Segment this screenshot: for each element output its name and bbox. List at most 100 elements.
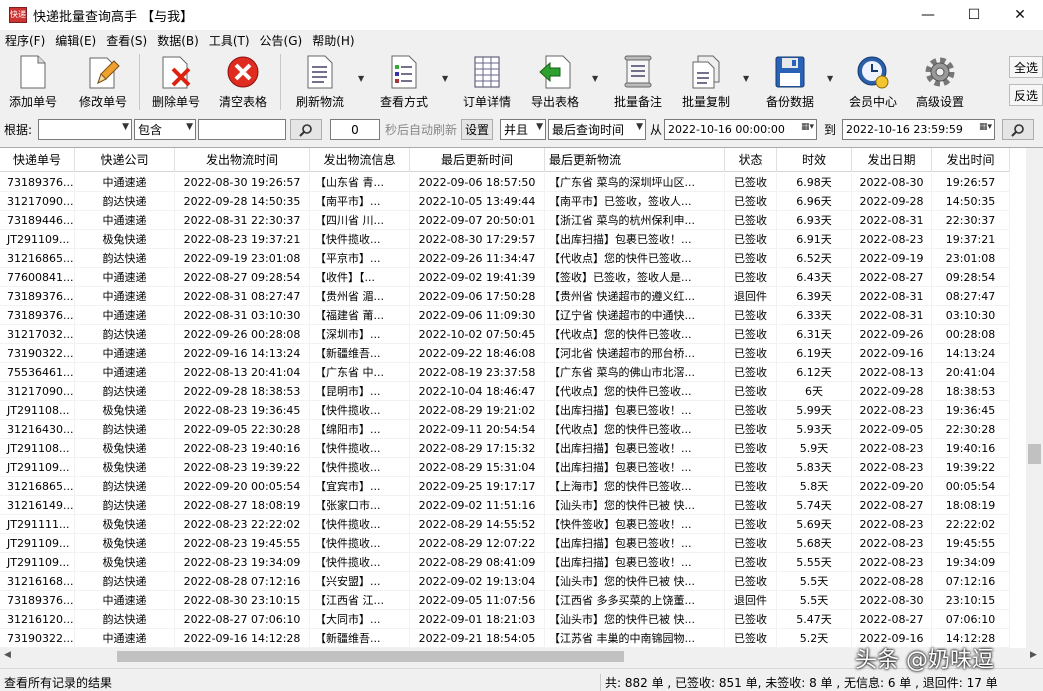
basis-select[interactable]: ▼ [38,119,132,140]
scroll-right-icon[interactable]: ▶ [1030,650,1037,660]
column-header-status[interactable]: 状态 [725,148,777,172]
close-button[interactable]: ✕ [997,0,1043,30]
maximize-button[interactable]: ☐ [951,0,997,30]
refresh-dropdown-arrow-icon[interactable]: ▼ [358,74,364,83]
menu-data[interactable]: 数据(B) [152,32,204,49]
results-table[interactable]: 快递单号 快递公司 发出物流时间 发出物流信息 最后更新时间 最后更新物流 状态… [0,147,1043,648]
batch-copy-dropdown-arrow-icon[interactable]: ▼ [743,74,749,83]
table-row[interactable]: JT291109... 极兔快递 2022-08-23 19:39:22 【快件揽收.… [0,458,1010,477]
column-header-ship-date[interactable]: 发出日期 [852,148,932,172]
settings-button[interactable]: 设置 [461,119,493,140]
table-row[interactable]: 31216120... 韵达快递 2022-08-27 07:06:10 【大同市】.… [0,610,1010,629]
cell-ship-info: 【快件揽收... [310,534,410,553]
column-header-tracking-number[interactable]: 快递单号 [0,148,75,172]
cell-status: 已签收 [725,192,777,211]
menu-view[interactable]: 查看(S) [101,32,152,49]
select-all-button[interactable]: 全选 [1009,56,1043,78]
table-row[interactable]: 31216168... 韵达快递 2022-08-28 07:12:16 【兴安盟】.… [0,572,1010,591]
contains-select[interactable]: 包含 ▼ [134,119,196,140]
column-header-last-update-time[interactable]: 最后更新时间 [410,148,545,172]
table-row[interactable]: 31216430... 韵达快递 2022-09-05 22:30:28 【绵阳市】.… [0,420,1010,439]
table-row[interactable]: 73189376... 中通速递 2022-08-30 23:10:15 【江西省 江… [0,591,1010,610]
menu-announcement[interactable]: 公告(G) [255,32,308,49]
minimize-button[interactable]: — [905,0,951,30]
refresh-logistics-button[interactable]: 刷新物流 [292,54,348,110]
advanced-settings-button[interactable]: 高级设置 [912,54,968,110]
table-row[interactable]: 31217032... 韵达快递 2022-09-26 00:28:08 【深圳市】.… [0,325,1010,344]
backup-dropdown-arrow-icon[interactable]: ▼ [827,74,833,83]
batch-copy-button[interactable]: 批量复制 [678,54,734,110]
view-mode-button[interactable]: 查看方式 [376,54,432,110]
logic-select[interactable]: 并且 ▼ [500,119,546,140]
cell-ship-date: 2022-09-16 [852,344,932,363]
export-table-button[interactable]: 导出表格 [527,54,583,110]
cell-status: 已签收 [725,610,777,629]
cell-ship-date: 2022-08-30 [852,173,932,192]
keyword-input[interactable] [198,119,286,140]
table-row[interactable]: 73189446... 中通速递 2022-08-31 22:30:37 【四川省 川… [0,211,1010,230]
time-field-select[interactable]: 最后查询时间 ▼ [548,119,646,140]
table-row[interactable]: 73189376... 中通速递 2022-08-30 19:26:57 【山东省 青… [0,173,1010,192]
column-header-ship-clock[interactable]: 发出时间 [932,148,1010,172]
cell-duration: 6.39天 [777,287,852,306]
table-row[interactable]: 31217090... 韵达快递 2022-09-28 18:38:53 【昆明市】.… [0,382,1010,401]
invert-selection-button[interactable]: 反选 [1009,84,1043,106]
vertical-scrollbar-thumb[interactable] [1028,444,1041,464]
cell-ship-date: 2022-08-31 [852,211,932,230]
cell-last-update-info: 【代收点】您的快件已签收... [545,382,725,401]
column-header-last-update-info[interactable]: 最后更新物流 [545,148,725,172]
table-row[interactable]: 31216865... 韵达快递 2022-09-19 23:01:08 【平京市】.… [0,249,1010,268]
vertical-scrollbar[interactable] [1026,148,1043,648]
menu-tools[interactable]: 工具(T) [204,32,255,49]
cell-duration: 6.91天 [777,230,852,249]
table-row[interactable]: 73189376... 中通速递 2022-08-31 08:27:47 【贵州省 湄… [0,287,1010,306]
table-row[interactable]: JT291109... 极兔快递 2022-08-23 19:34:09 【快件揽收.… [0,553,1010,572]
table-row[interactable]: 31216149... 韵达快递 2022-08-27 18:08:19 【张家口市.… [0,496,1010,515]
member-center-button[interactable]: 会员中心 [845,54,901,110]
from-datetime-picker[interactable]: 2022-10-16 00:00:00 ▦▾ [664,119,817,140]
export-dropdown-arrow-icon[interactable]: ▼ [592,74,598,83]
query-button[interactable] [1002,119,1034,140]
column-header-courier[interactable]: 快递公司 [75,148,175,172]
table-row[interactable]: 77600841... 中通速递 2022-08-27 09:28:54 【收件】【.… [0,268,1010,287]
cell-courier: 中通速递 [75,287,175,306]
scroll-left-icon[interactable]: ◀ [4,650,11,660]
menu-program[interactable]: 程序(F) [0,32,50,49]
clear-table-label: 清空表格 [218,95,267,109]
add-order-button[interactable]: 添加单号 [6,54,60,110]
table-row[interactable]: JT291108... 极兔快递 2022-08-23 19:40:16 【快件揽收.… [0,439,1010,458]
clear-table-button[interactable]: 清空表格 [216,54,270,110]
table-row[interactable]: JT291109... 极兔快递 2022-08-23 19:37:21 【快件揽收.… [0,230,1010,249]
table-row[interactable]: JT291111... 极兔快递 2022-08-23 22:22:02 【快件揽收.… [0,515,1010,534]
table-row[interactable]: 75536461... 中通速递 2022-08-13 20:41:04 【广东省 中… [0,363,1010,382]
to-datetime-picker[interactable]: 2022-10-16 23:59:59 ▦▾ [842,119,995,140]
clock-icon [856,54,890,90]
edit-order-button[interactable]: 修改单号 [76,54,130,110]
batch-note-button[interactable]: 批量备注 [610,54,666,110]
cell-ship-date: 2022-09-05 [852,420,932,439]
table-row[interactable]: 73190322... 中通速递 2022-09-16 14:13:24 【新疆维吾.… [0,344,1010,363]
menu-edit[interactable]: 编辑(E) [50,32,101,49]
floppy-disk-icon [774,54,806,90]
member-center-label: 会员中心 [848,95,897,109]
cell-ship-clock: 19:39:22 [932,458,1010,477]
order-detail-button[interactable]: 订单详情 [460,54,514,110]
backup-data-button[interactable]: 备份数据 [762,54,818,110]
cell-status: 已签收 [725,572,777,591]
table-row[interactable]: JT291108... 极兔快递 2022-08-23 19:36:45 【快件揽收.… [0,401,1010,420]
column-header-ship-time[interactable]: 发出物流时间 [175,148,310,172]
table-row[interactable]: 31216865... 韵达快递 2022-09-20 00:05:54 【宜宾市】.… [0,477,1010,496]
table-row[interactable]: JT291109... 极兔快递 2022-08-23 19:45:55 【快件揽收.… [0,534,1010,553]
table-row[interactable]: 31217090... 韵达快递 2022-09-28 14:50:35 【南平市】.… [0,192,1010,211]
column-header-duration[interactable]: 时效 [777,148,852,172]
view-mode-dropdown-arrow-icon[interactable]: ▼ [442,74,448,83]
search-button[interactable] [290,119,322,140]
column-header-ship-info[interactable]: 发出物流信息 [310,148,410,172]
delete-order-button[interactable]: 删除单号 [149,54,203,110]
table-row[interactable]: 73189376... 中通速递 2022-08-31 03:10:30 【福建省 莆… [0,306,1010,325]
refresh-interval-input[interactable]: 0 [330,119,380,140]
cell-last-update-info: 【江西省 多多买菜的上饶董... [545,591,725,610]
cell-tracking-number: JT291109... [0,534,75,553]
horizontal-scrollbar-thumb[interactable] [117,651,624,662]
menu-help[interactable]: 帮助(H) [307,32,359,49]
